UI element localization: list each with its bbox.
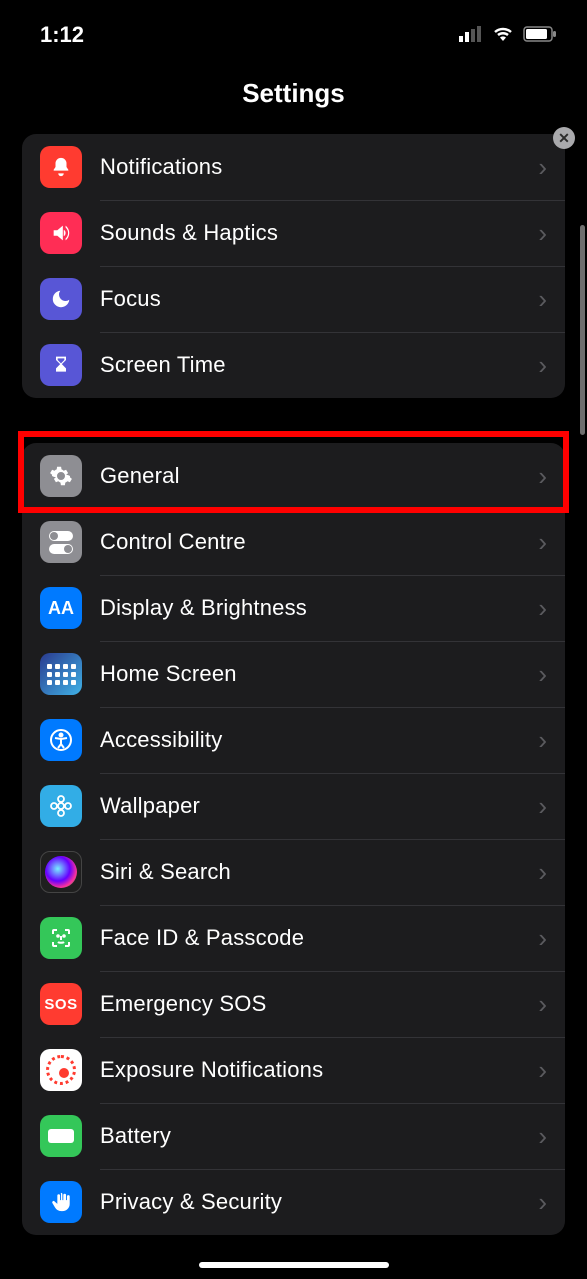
hand-icon xyxy=(40,1181,82,1223)
chevron-right-icon: › xyxy=(538,593,547,624)
siri-icon xyxy=(40,851,82,893)
row-label: Screen Time xyxy=(100,352,538,378)
text-size-icon: AA xyxy=(40,587,82,629)
battery-icon xyxy=(523,22,557,48)
status-indicators xyxy=(459,22,557,48)
chevron-right-icon: › xyxy=(538,461,547,492)
chevron-right-icon: › xyxy=(538,218,547,249)
accessibility-icon xyxy=(40,719,82,761)
row-sounds[interactable]: Sounds & Haptics › xyxy=(22,200,565,266)
chevron-right-icon: › xyxy=(538,152,547,183)
row-label: Notifications xyxy=(100,154,538,180)
scroll-indicator xyxy=(580,225,585,435)
row-general[interactable]: General › xyxy=(22,443,565,509)
status-bar: 1:12 xyxy=(0,0,587,58)
row-faceid[interactable]: Face ID & Passcode › xyxy=(22,905,565,971)
bell-icon xyxy=(40,146,82,188)
row-label: Home Screen xyxy=(100,661,538,687)
chevron-right-icon: › xyxy=(538,284,547,315)
page-title: Settings xyxy=(0,58,587,134)
status-time: 1:12 xyxy=(40,22,84,48)
hourglass-icon xyxy=(40,344,82,386)
gear-icon xyxy=(40,455,82,497)
settings-group-1: Notifications › Sounds & Haptics › Focus… xyxy=(22,134,565,398)
exposure-icon xyxy=(40,1049,82,1091)
faceid-icon xyxy=(40,917,82,959)
row-home-screen[interactable]: Home Screen › xyxy=(22,641,565,707)
chevron-right-icon: › xyxy=(538,1055,547,1086)
row-privacy[interactable]: Privacy & Security › xyxy=(22,1169,565,1235)
row-label: Focus xyxy=(100,286,538,312)
row-notifications[interactable]: Notifications › xyxy=(22,134,565,200)
row-wallpaper[interactable]: Wallpaper › xyxy=(22,773,565,839)
flower-icon xyxy=(40,785,82,827)
row-label: Wallpaper xyxy=(100,793,538,819)
row-label: Battery xyxy=(100,1123,538,1149)
row-label: Accessibility xyxy=(100,727,538,753)
chevron-right-icon: › xyxy=(538,989,547,1020)
chevron-right-icon: › xyxy=(538,725,547,756)
row-display[interactable]: AA Display & Brightness › xyxy=(22,575,565,641)
chevron-right-icon: › xyxy=(538,659,547,690)
app-grid-icon xyxy=(40,653,82,695)
chevron-right-icon: › xyxy=(538,350,547,381)
chevron-right-icon: › xyxy=(538,791,547,822)
row-label: Emergency SOS xyxy=(100,991,538,1017)
sos-icon: SOS xyxy=(40,983,82,1025)
row-label: Control Centre xyxy=(100,529,538,555)
row-label: Face ID & Passcode xyxy=(100,925,538,951)
row-label: Exposure Notifications xyxy=(100,1057,538,1083)
row-sos[interactable]: SOS Emergency SOS › xyxy=(22,971,565,1037)
row-screentime[interactable]: Screen Time › xyxy=(22,332,565,398)
settings-group-2: General › Control Centre › AA Display & … xyxy=(22,443,565,1235)
row-label: Siri & Search xyxy=(100,859,538,885)
chevron-right-icon: › xyxy=(538,527,547,558)
row-label: Sounds & Haptics xyxy=(100,220,538,246)
moon-icon xyxy=(40,278,82,320)
speaker-icon xyxy=(40,212,82,254)
chevron-right-icon: › xyxy=(538,857,547,888)
cellular-icon xyxy=(459,22,483,48)
battery-row-icon xyxy=(40,1115,82,1157)
home-indicator[interactable] xyxy=(199,1262,389,1268)
row-focus[interactable]: Focus › xyxy=(22,266,565,332)
row-exposure[interactable]: Exposure Notifications › xyxy=(22,1037,565,1103)
row-label: Display & Brightness xyxy=(100,595,538,621)
chevron-right-icon: › xyxy=(538,923,547,954)
row-accessibility[interactable]: Accessibility › xyxy=(22,707,565,773)
row-label: General xyxy=(100,463,538,489)
wifi-icon xyxy=(491,22,515,48)
chevron-right-icon: › xyxy=(538,1187,547,1218)
row-control-centre[interactable]: Control Centre › xyxy=(22,509,565,575)
row-label: Privacy & Security xyxy=(100,1189,538,1215)
switch-icon xyxy=(40,521,82,563)
row-battery[interactable]: Battery › xyxy=(22,1103,565,1169)
chevron-right-icon: › xyxy=(538,1121,547,1152)
row-siri[interactable]: Siri & Search › xyxy=(22,839,565,905)
